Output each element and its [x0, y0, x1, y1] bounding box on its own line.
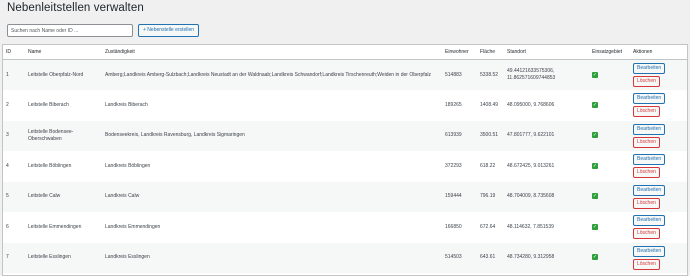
cell-name: Leitstelle Emmendingen [25, 212, 102, 243]
page-title: Nebenleitstellen verwalten [7, 2, 144, 14]
cell-standort: 49.44121633575306, 11.862571609744853 [504, 59, 589, 90]
cell-einwohner: 189265 [442, 90, 477, 121]
cell-flaeche: 796.19 [477, 181, 504, 212]
cell-aktionen: Bearbeiten Löschen [630, 242, 687, 273]
cell-einwohner: 613939 [442, 120, 477, 151]
column-header-zustaendigkeit: Zuständigkeit [102, 45, 442, 60]
cell-zustaendigkeit: Landkreis Emmendingen [102, 212, 442, 243]
table-row: 7 Leitstelle Esslingen Landkreis Essling… [3, 242, 687, 273]
delete-button[interactable]: Löschen [633, 106, 660, 118]
cell-zustaendigkeit: Amberg;Landkreis Amberg-Sulzbach;Landkre… [102, 59, 442, 90]
cell-standort: 48.095000, 9.768606 [504, 90, 589, 121]
cell-einsatzgebiet: ✓ [589, 212, 630, 243]
edit-button[interactable]: Bearbeiten [633, 215, 666, 227]
cell-name: Leitstelle Esslingen [25, 242, 102, 273]
cell-aktionen: Bearbeiten Löschen [630, 181, 687, 212]
cell-zustaendigkeit: Landkreis Esslingen [102, 242, 442, 273]
cell-flaeche: 643.61 [477, 242, 504, 273]
cell-standort: 48.704009, 8.735608 [504, 181, 589, 212]
cell-einwohner: 514883 [442, 59, 477, 90]
delete-button[interactable]: Löschen [633, 167, 660, 179]
checkbox-checked-icon: ✓ [592, 71, 598, 78]
cell-einsatzgebiet: ✓ [589, 181, 630, 212]
cell-name: Leitstelle Biberach [25, 90, 102, 121]
cell-name: Leitstelle Calw [25, 181, 102, 212]
column-header-flaeche: Fläche [477, 45, 504, 60]
cell-aktionen: Bearbeiten Löschen [630, 212, 687, 243]
cell-zustaendigkeit: Landkreis Calw [102, 181, 442, 212]
table-row: 4 Leitstelle Böblingen Landkreis Böbling… [3, 151, 687, 182]
edit-button[interactable]: Bearbeiten [633, 93, 666, 105]
checkbox-checked-icon: ✓ [592, 132, 598, 139]
checkbox-checked-icon: ✓ [592, 162, 598, 169]
add-nebenstelle-button[interactable]: + Nebenstelle erstellen [138, 24, 200, 37]
column-header-einsatzgebiet: Einsatzgebiet [589, 45, 630, 60]
checkbox-checked-icon: ✓ [592, 193, 598, 200]
cell-id: 7 [3, 242, 25, 273]
table-row: 2 Leitstelle Biberach Landkreis Biberach… [3, 90, 687, 121]
table-row: 1 Leitstelle Oberpfalz-Nord Amberg;Landk… [3, 59, 687, 90]
cell-flaeche: 5338.52 [477, 59, 504, 90]
delete-button[interactable]: Löschen [633, 76, 660, 87]
edit-button[interactable]: Bearbeiten [633, 245, 666, 257]
cell-standort: 48.734280, 9.312958 [504, 242, 589, 273]
cell-zustaendigkeit: Landkreis Böblingen [102, 151, 442, 182]
cell-einsatzgebiet: ✓ [589, 151, 630, 182]
cell-einwohner: 372293 [442, 151, 477, 182]
checkbox-checked-icon: ✓ [592, 254, 598, 261]
search-input[interactable] [7, 24, 133, 37]
cell-standort: 48.672425, 9.013261 [504, 151, 589, 182]
edit-button[interactable]: Bearbeiten [633, 154, 666, 166]
cell-einwohner: 159444 [442, 181, 477, 212]
cell-zustaendigkeit: Landkreis Biberach [102, 90, 442, 121]
column-header-einwohner: Einwohner [442, 45, 477, 60]
table-header-row: ID Name Zuständigkeit Einwohner Fläche S… [3, 45, 687, 60]
cell-aktionen: Bearbeiten Löschen [630, 90, 687, 121]
table-row: 6 Leitstelle Emmendingen Landkreis Emmen… [3, 212, 687, 243]
toolbar: + Nebenstelle erstellen [7, 24, 200, 37]
cell-flaeche: 1408.49 [477, 90, 504, 121]
cell-einsatzgebiet: ✓ [589, 120, 630, 151]
cell-id: 6 [3, 212, 25, 243]
cell-einsatzgebiet: ✓ [589, 90, 630, 121]
cell-name: Leitstelle Böblingen [25, 151, 102, 182]
cell-id: 2 [3, 90, 25, 121]
checkbox-checked-icon: ✓ [592, 101, 598, 108]
cell-zustaendigkeit: Bodenseekreis, Landkreis Ravensburg, Lan… [102, 120, 442, 151]
cell-id: 3 [3, 120, 25, 151]
column-header-standort: Standort [504, 45, 589, 60]
edit-button[interactable]: Bearbeiten [633, 63, 666, 74]
cell-standort: 48.114632, 7.851539 [504, 212, 589, 243]
delete-button[interactable]: Löschen [633, 136, 660, 148]
checkbox-checked-icon: ✓ [592, 223, 598, 230]
cell-name: Leitstelle Oberpfalz-Nord [25, 59, 102, 90]
cell-name: Leitstelle Bodensee-Oberschwaben [25, 120, 102, 151]
cell-flaeche: 618.22 [477, 151, 504, 182]
delete-button[interactable]: Löschen [633, 197, 660, 209]
delete-button[interactable]: Löschen [633, 228, 660, 240]
cell-einwohner: 514503 [442, 242, 477, 273]
cell-aktionen: Bearbeiten Löschen [630, 151, 687, 182]
table-row: 5 Leitstelle Calw Landkreis Calw 159444 … [3, 181, 687, 212]
cell-id: 1 [3, 59, 25, 90]
column-header-aktionen: Aktionen [630, 45, 687, 60]
cell-flaeche: 672.64 [477, 212, 504, 243]
cell-einsatzgebiet: ✓ [589, 59, 630, 90]
column-header-id: ID [3, 45, 25, 60]
nebenleitstellen-table: ID Name Zuständigkeit Einwohner Fläche S… [2, 44, 688, 276]
cell-aktionen: Bearbeiten Löschen [630, 59, 687, 90]
cell-einsatzgebiet: ✓ [589, 242, 630, 273]
cell-standort: 47.801777, 9.622101 [504, 120, 589, 151]
cell-aktionen: Bearbeiten Löschen [630, 120, 687, 151]
cell-flaeche: 3500.51 [477, 120, 504, 151]
cell-id: 5 [3, 181, 25, 212]
delete-button[interactable]: Löschen [633, 258, 660, 270]
cell-einwohner: 166850 [442, 212, 477, 243]
table-row: 3 Leitstelle Bodensee-Oberschwaben Boden… [3, 120, 687, 151]
column-header-name: Name [25, 45, 102, 60]
edit-button[interactable]: Bearbeiten [633, 123, 666, 135]
edit-button[interactable]: Bearbeiten [633, 184, 666, 196]
cell-id: 4 [3, 151, 25, 182]
